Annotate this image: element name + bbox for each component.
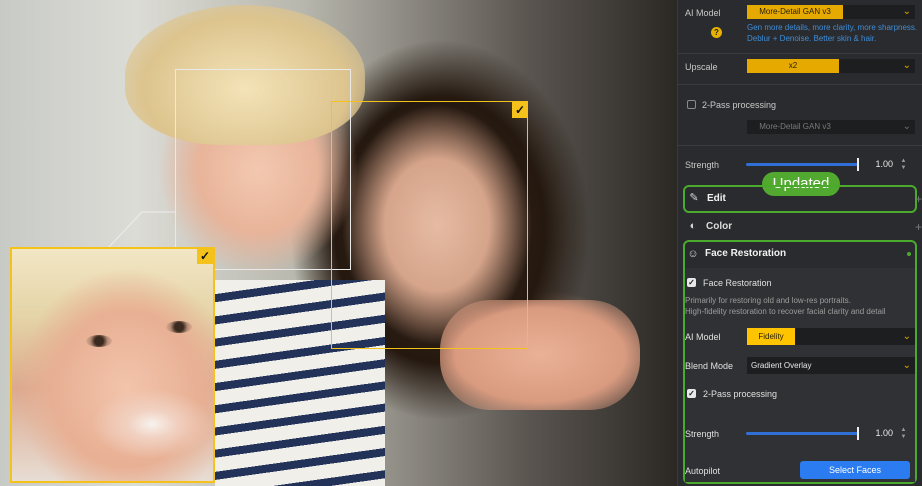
palette-icon: ◐	[689, 220, 697, 232]
two-pass-label: 2-Pass processing	[702, 100, 777, 110]
strength-slider-handle[interactable]	[857, 158, 859, 171]
fr-strength-label: Strength	[685, 429, 720, 439]
stepper-up-icon[interactable]: ▲	[899, 427, 908, 433]
blend-mode-select[interactable]: Gradient Overlay ⌄	[747, 357, 915, 374]
chevron-down-icon: ⌄	[902, 60, 911, 71]
expand-plus-icon[interactable]: +	[915, 220, 922, 234]
fr-strength-slider[interactable]	[746, 432, 858, 435]
face-restoration-description: Primarily for restoring old and low-res …	[685, 296, 886, 316]
ai-model-select[interactable]: More-Detail GAN v3 ⌄	[747, 5, 915, 19]
divider	[678, 53, 922, 54]
face-restoration-checkbox[interactable]: ✓	[687, 278, 696, 287]
zoom-left-eye	[86, 335, 112, 347]
stepper-down-icon[interactable]: ▼	[899, 165, 908, 171]
autopilot-label: Autopilot	[685, 466, 721, 476]
chevron-down-icon: ⌄	[902, 121, 911, 132]
chevron-down-icon: ⌄	[902, 6, 911, 17]
fr-two-pass-label: 2-Pass processing	[703, 389, 778, 399]
divider	[678, 84, 922, 85]
face-scan-icon: ☺	[687, 248, 699, 260]
photo-canvas[interactable]: ✓ ✓	[0, 0, 677, 486]
help-icon[interactable]: ?	[711, 27, 722, 38]
blend-mode-value: Gradient Overlay	[751, 361, 812, 370]
zoom-right-eye	[166, 321, 192, 333]
fr-strength-slider-handle[interactable]	[857, 427, 859, 440]
stepper-down-icon[interactable]: ▼	[899, 434, 908, 440]
expand-plus-icon[interactable]: +	[915, 192, 922, 206]
section-edit-title: Edit	[707, 193, 726, 204]
fr-strength-value[interactable]: 1.00	[869, 426, 893, 440]
upscale-label: Upscale	[685, 62, 718, 72]
face-zoom-preview[interactable]	[10, 247, 215, 483]
select-faces-button[interactable]: Select Faces	[800, 461, 910, 479]
active-dot-icon	[907, 252, 911, 256]
fr-ai-model-select[interactable]: Fidelity ⌄	[747, 328, 915, 345]
face-restoration-checkbox-label: Face Restoration	[703, 278, 772, 288]
divider	[678, 145, 922, 146]
strength-value[interactable]: 1.00	[869, 157, 893, 171]
ai-model-value: More-Detail GAN v3	[747, 5, 843, 19]
ai-model-description: Gen more details, more clarity, more sha…	[747, 23, 918, 43]
two-pass-checkbox[interactable]	[687, 100, 696, 109]
upscale-select[interactable]: x2 ⌄	[747, 59, 915, 73]
ai-model-label: AI Model	[685, 8, 721, 18]
settings-panel: AI Model More-Detail GAN v3 ⌄ Gen more d…	[677, 0, 922, 486]
upscale-value: x2	[747, 59, 839, 73]
strength-label: Strength	[685, 160, 720, 170]
fr-ai-model-value: Fidelity	[747, 328, 795, 345]
stepper-up-icon[interactable]: ▲	[899, 158, 908, 164]
two-pass-model-value: More-Detail GAN v3	[759, 122, 831, 131]
edit-icon: ✎	[689, 192, 699, 204]
chevron-down-icon: ⌄	[902, 331, 911, 342]
fr-two-pass-checkbox[interactable]: ✓	[687, 389, 696, 398]
chevron-down-icon: ⌄	[902, 360, 911, 371]
section-face-restoration-title[interactable]: Face Restoration	[705, 248, 786, 259]
blend-mode-label: Blend Mode	[685, 361, 734, 371]
zoom-check-icon[interactable]: ✓	[197, 248, 213, 264]
section-color-title[interactable]: Color	[706, 221, 732, 232]
strength-slider[interactable]	[746, 163, 858, 166]
fr-ai-model-label: AI Model	[685, 332, 721, 342]
two-pass-model-select[interactable]: More-Detail GAN v3 ⌄	[747, 120, 915, 134]
